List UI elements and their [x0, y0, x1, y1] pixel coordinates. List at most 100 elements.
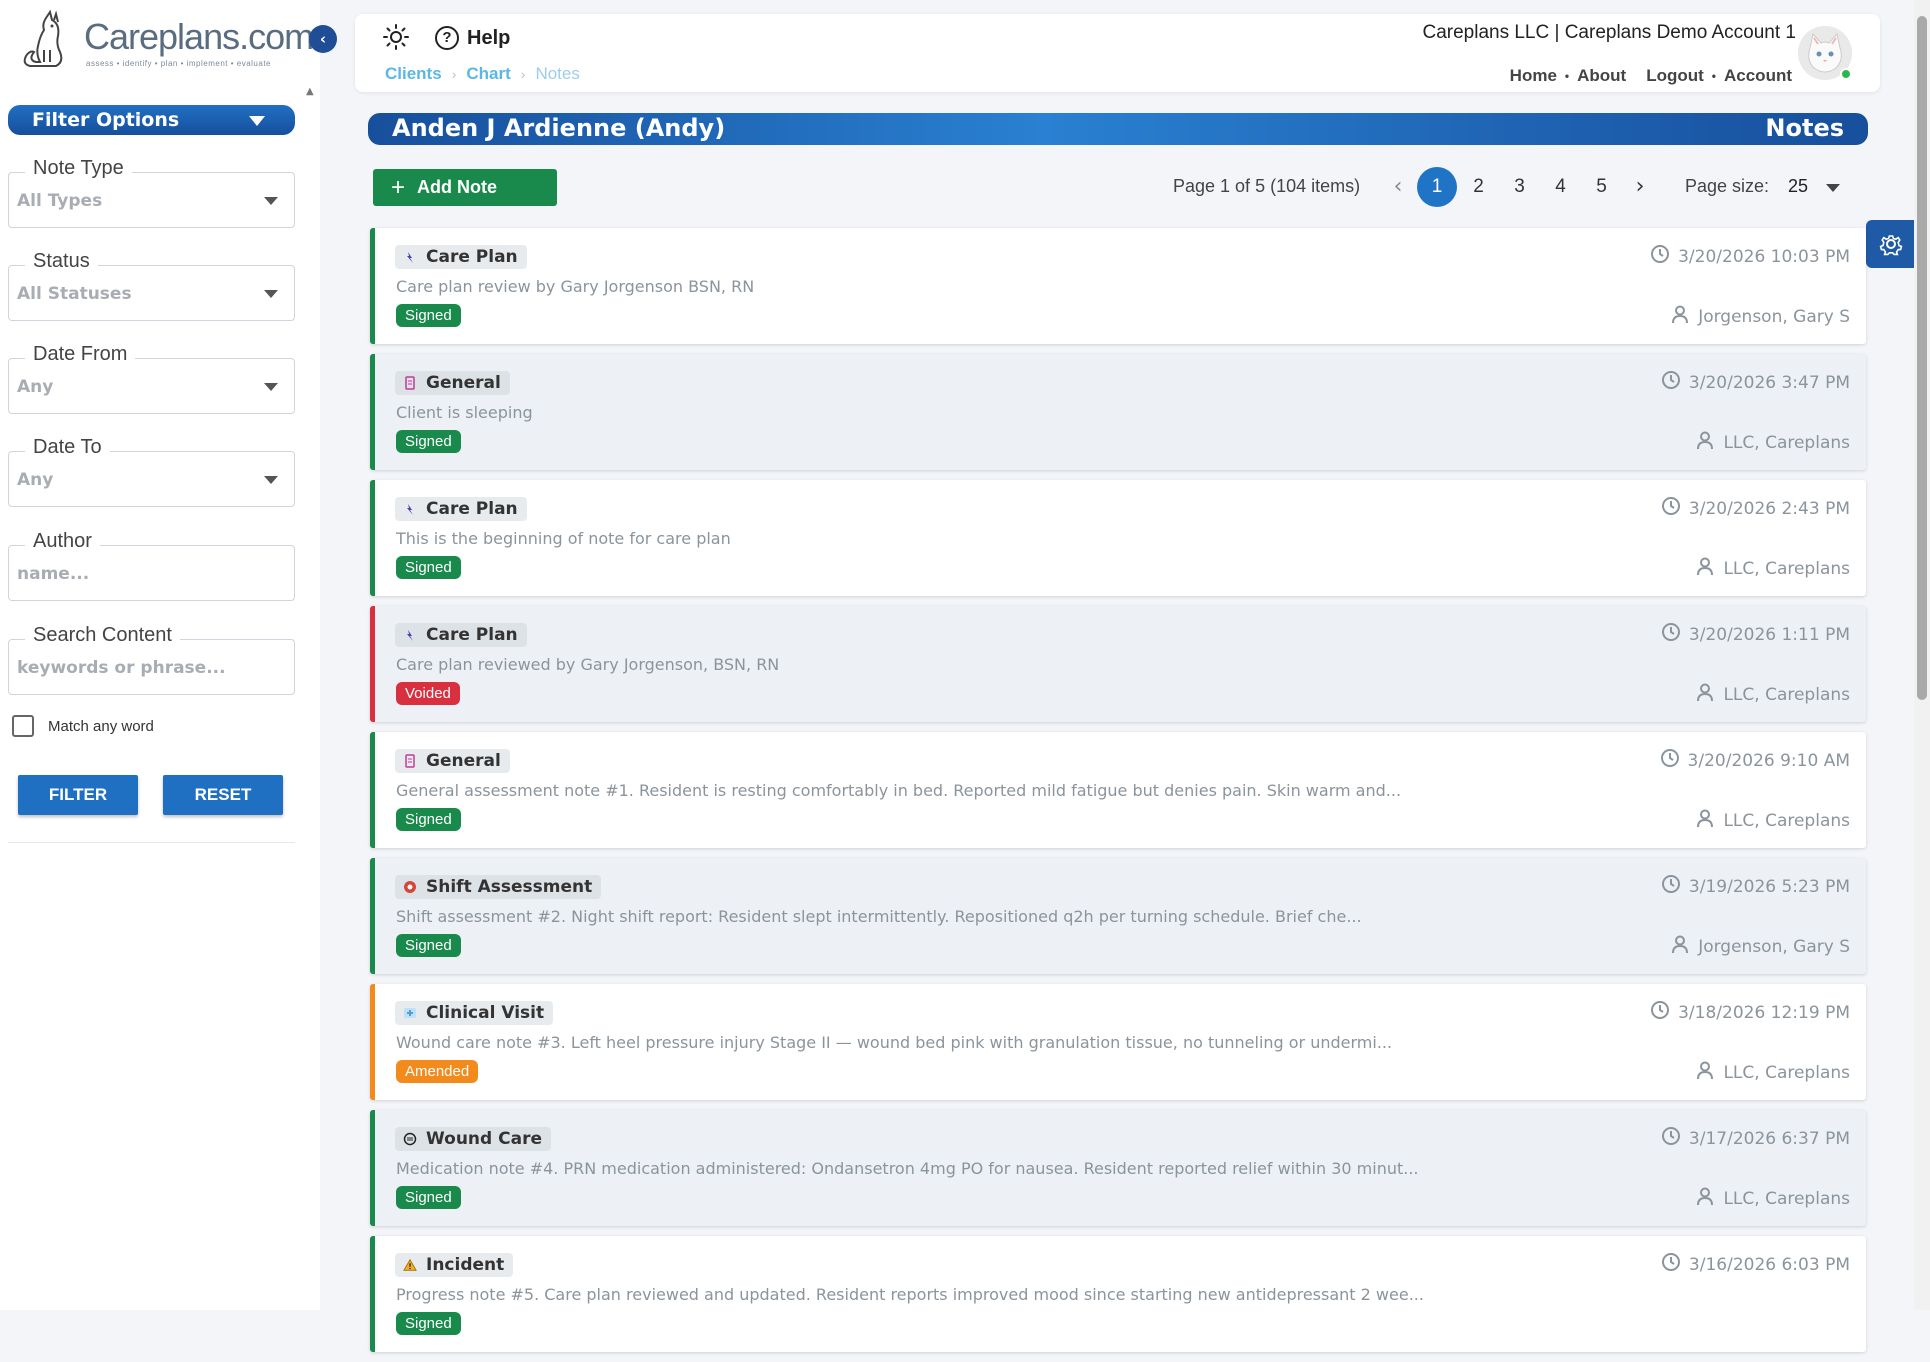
logo[interactable]: Careplans.com assess • identify • plan •… [16, 10, 314, 74]
note-type-badge: General [395, 371, 510, 395]
status-badge: Signed [396, 934, 461, 957]
match-any-word-label: Match any word [48, 717, 154, 735]
note-date-text: 3/19/2026 5:23 PM [1688, 876, 1850, 897]
note-author-text: LLC, Careplans [1723, 558, 1850, 579]
breadcrumb-notes: Notes [535, 64, 580, 83]
warning-icon [403, 1258, 417, 1272]
add-note-button[interactable]: + Add Note [373, 169, 557, 206]
page-size-select[interactable]: 25 [1788, 176, 1808, 197]
help-link[interactable]: ? Help [435, 26, 510, 50]
note-card[interactable]: Clinical Visit Wound care note #3. Left h… [370, 984, 1866, 1100]
note-type-badge: Clinical Visit [395, 1001, 554, 1025]
person-icon [1695, 1186, 1715, 1211]
plus-icon: + [391, 174, 406, 201]
note-summary: Progress note #5. Care plan reviewed and… [396, 1285, 1424, 1304]
note-date-text: 3/20/2026 10:03 PM [1678, 246, 1850, 267]
breadcrumb-chart[interactable]: Chart [466, 64, 510, 84]
note-card[interactable]: Care Plan Care plan reviewed by Gary Jorg… [370, 606, 1866, 722]
note-author: LLC, Careplans [1695, 430, 1850, 455]
status-badge: Amended [396, 1060, 479, 1083]
lightning-icon [403, 250, 417, 264]
note-card[interactable]: General Client is sleeping Signed 3/20/2026… [370, 354, 1866, 470]
status-select[interactable]: Status All Statuses [8, 250, 295, 321]
status-badge: Signed [396, 430, 461, 453]
note-card[interactable]: Care Plan This is the beginning of note f… [370, 480, 1866, 596]
status-badge: Signed [396, 304, 461, 327]
breadcrumb-clients[interactable]: Clients [385, 64, 442, 84]
search-content-field[interactable]: Search Content keywords or phrase... [8, 624, 295, 695]
clock-icon [1661, 874, 1681, 899]
note-type-label: Care Plan [426, 499, 518, 519]
clock-icon [1661, 496, 1681, 521]
nav-separator: • [1711, 69, 1716, 83]
caret-down-icon [264, 476, 278, 484]
note-author-text: LLC, Careplans [1723, 1188, 1850, 1209]
date-to-select[interactable]: Date To Any [8, 436, 295, 507]
note-author: LLC, Careplans [1695, 1186, 1850, 1211]
page-2-button[interactable]: 2 [1458, 167, 1499, 207]
note-author-text: LLC, Careplans [1723, 810, 1850, 831]
note-card[interactable]: Care Plan Care plan review by Gary Jorgen… [370, 228, 1866, 344]
nav-separator: • [1564, 69, 1570, 83]
clock-icon [1661, 1126, 1681, 1151]
person-icon [1695, 682, 1715, 707]
scroll-up-icon[interactable]: ▲ [306, 86, 314, 97]
prev-page-icon[interactable]: ‹ [1380, 167, 1416, 207]
note-card[interactable]: Wound Care Medication note #4. PRN medica… [370, 1110, 1866, 1226]
filter-button[interactable]: FILTER [18, 775, 138, 815]
note-card[interactable]: Shift Assessment Shift assessment #2. Nig… [370, 858, 1866, 974]
note-date-text: 3/20/2026 9:10 AM [1687, 750, 1850, 771]
person-icon [1695, 556, 1715, 581]
nav-account[interactable]: Account [1724, 66, 1792, 86]
date-from-label: Date From [25, 343, 136, 366]
nav-home[interactable]: Home [1510, 66, 1557, 86]
sun-icon[interactable] [383, 24, 409, 50]
online-status-indicator [1840, 68, 1852, 80]
note-type-label: Shift Assessment [426, 877, 593, 897]
note-summary: Shift assessment #2. Night shift report:… [396, 907, 1362, 926]
nav-about[interactable]: About [1577, 66, 1626, 86]
caret-down-icon[interactable] [1826, 184, 1840, 192]
note-author-text: LLC, Careplans [1723, 432, 1850, 453]
next-page-icon[interactable]: › [1622, 167, 1658, 207]
settings-button[interactable] [1866, 220, 1916, 268]
collapse-sidebar-button[interactable]: ‹ [309, 25, 337, 53]
note-date-text: 3/16/2026 6:03 PM [1688, 1254, 1850, 1275]
note-date: 3/19/2026 5:23 PM [1661, 874, 1850, 899]
note-type-label: Clinical Visit [426, 1003, 545, 1023]
person-icon [1670, 934, 1690, 959]
clock-icon [1660, 748, 1680, 773]
author-field[interactable]: Author name... [8, 530, 295, 601]
medical-icon [403, 1006, 417, 1020]
person-icon [1695, 808, 1715, 833]
note-date: 3/16/2026 6:03 PM [1661, 1252, 1850, 1277]
status-badge: Signed [396, 808, 461, 831]
note-author-text: Jorgenson, Gary S [1698, 936, 1850, 957]
checkbox-box[interactable] [12, 715, 34, 737]
note-author: Jorgenson, Gary S [1670, 934, 1850, 959]
note-card[interactable]: General General assessment note #1. Resid… [370, 732, 1866, 848]
note-summary: Care plan review by Gary Jorgenson BSN, … [396, 277, 755, 296]
reset-button[interactable]: RESET [163, 775, 283, 815]
date-from-select[interactable]: Date From Any [8, 343, 295, 414]
note-summary: Medication note #4. PRN medication admin… [396, 1159, 1419, 1178]
note-type-select[interactable]: Note Type All Types [8, 157, 295, 228]
note-type-label: Wound Care [426, 1129, 542, 1149]
page-5-button[interactable]: 5 [1581, 167, 1622, 207]
page-3-button[interactable]: 3 [1499, 167, 1540, 207]
page-1-button[interactable]: 1 [1417, 167, 1457, 207]
document-icon [403, 754, 417, 768]
note-date-text: 3/18/2026 12:19 PM [1678, 1002, 1850, 1023]
page-4-button[interactable]: 4 [1540, 167, 1581, 207]
scrollbar-thumb[interactable] [1917, 16, 1927, 700]
patient-banner: Anden J Ardienne (Andy) Notes [368, 113, 1868, 145]
filter-options-header[interactable]: Filter Options [8, 105, 295, 135]
note-card[interactable]: Incident Progress note #5. Care plan revi… [370, 1236, 1866, 1352]
nav-logout[interactable]: Logout [1646, 66, 1704, 86]
note-date: 3/20/2026 9:10 AM [1660, 748, 1850, 773]
caret-down-icon [249, 116, 265, 126]
page-scrollbar[interactable] [1914, 0, 1930, 1310]
match-any-word-checkbox[interactable]: Match any word [12, 715, 154, 737]
logo-tagline: assess • identify • plan • implement • e… [86, 59, 272, 68]
status-badge: Signed [396, 1312, 461, 1335]
